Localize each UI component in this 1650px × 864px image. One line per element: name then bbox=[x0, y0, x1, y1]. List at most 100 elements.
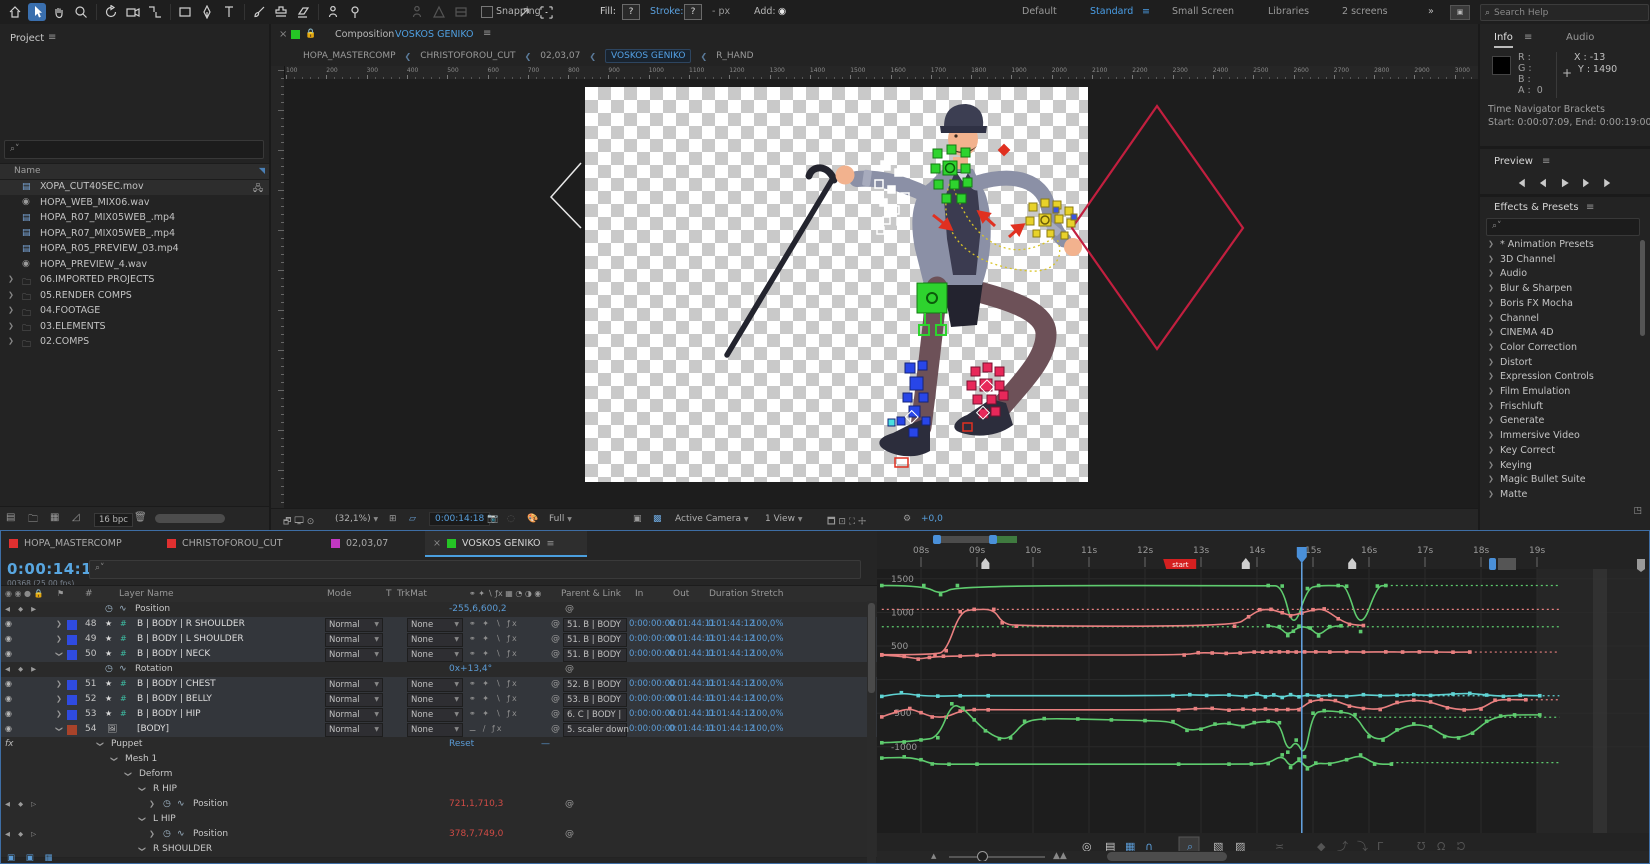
graph-h-scrollbar[interactable] bbox=[1107, 852, 1227, 861]
view-options-icons[interactable]: 🗖 ⊡ ⛶ 🕂 bbox=[827, 514, 866, 530]
workspace-default[interactable]: Default bbox=[1022, 6, 1057, 17]
effects-group[interactable]: ❯3D Channel bbox=[1480, 253, 1638, 267]
blend-mode-dropdown[interactable]: Normal▼ bbox=[325, 708, 383, 722]
parent-pickwhip-icon[interactable]: @ bbox=[551, 634, 560, 644]
breadcrumb-02-03-07[interactable]: 02,03,07 bbox=[540, 51, 580, 61]
channels-icon[interactable]: 🎨 bbox=[527, 514, 538, 524]
tool-hand-icon[interactable] bbox=[50, 3, 68, 21]
effects-group[interactable]: ❯Magic Bullet Suite bbox=[1480, 473, 1638, 487]
timeline-tab-02-03-07[interactable]: 02,03,07 bbox=[323, 531, 441, 555]
project-item[interactable]: ▤HOPA_R07_MIX05WEB_.mp4 bbox=[0, 227, 269, 242]
property-value[interactable]: 378,7,749,0 bbox=[449, 829, 503, 839]
stroke-swatch[interactable]: ? bbox=[684, 4, 702, 20]
keyframe-nav[interactable]: ◀ ◆ ▷ bbox=[5, 800, 39, 808]
effects-group[interactable]: ❯Immersive Video bbox=[1480, 429, 1638, 443]
timeline-row[interactable]: ◉❯51★#B | BODY | CHESTNormal▼None▼⚭ ✦ ∖ … bbox=[1, 677, 877, 693]
project-item[interactable]: ❯🗀02.COMPS bbox=[0, 335, 269, 350]
effects-scrollbar[interactable] bbox=[1640, 240, 1645, 336]
breadcrumb-christoforou-cut[interactable]: CHRISTOFOROU_CUT bbox=[420, 51, 515, 61]
timeline-row[interactable]: ◉❯53★#B | BODY | HIPNormal▼None▼⚭ ✦ ∖ ƒx… bbox=[1, 707, 877, 723]
project-item[interactable]: ❯🗀06.IMPORTED PROJECTS bbox=[0, 273, 269, 288]
t-header[interactable]: T bbox=[386, 589, 392, 599]
expand-chevron-icon[interactable]: ❯ bbox=[110, 756, 118, 762]
effects-group[interactable]: ❯Key Correct bbox=[1480, 444, 1638, 458]
play-button[interactable] bbox=[1558, 174, 1571, 193]
snapping-checkbox[interactable] bbox=[481, 6, 493, 18]
trkmat-dropdown[interactable]: None▼ bbox=[407, 723, 463, 737]
effects-group[interactable]: ❯Generate bbox=[1480, 414, 1638, 428]
project-item[interactable]: ▤XOPA_CUT40SEC.mov🖧 bbox=[0, 180, 269, 195]
tool-select-icon[interactable] bbox=[28, 3, 46, 21]
eye-icon[interactable]: ◉ bbox=[5, 724, 12, 733]
expand-chevron-icon[interactable]: ❯ bbox=[56, 620, 62, 628]
workspace-libraries[interactable]: Libraries bbox=[1268, 6, 1309, 17]
parent-dropdown[interactable]: 51. B | BODY▼ bbox=[563, 618, 627, 632]
graph-zoom-handle[interactable] bbox=[977, 851, 988, 861]
stopwatch-icon[interactable]: ◷ bbox=[105, 604, 113, 614]
parent-pickwhip-icon[interactable]: @ bbox=[551, 709, 560, 719]
timeline-row[interactable]: ◀ ◆ ▶◷∿Position-255,6,600,2@ bbox=[1, 602, 877, 618]
parent-pickwhip-icon[interactable]: @ bbox=[551, 619, 560, 629]
interpret-footage-icon[interactable]: ▤ bbox=[6, 512, 15, 523]
parent-dropdown[interactable]: 51. B | BODY▼ bbox=[563, 648, 627, 662]
last-frame-button[interactable] bbox=[1602, 174, 1615, 193]
zoom-out-icon[interactable]: ▲ bbox=[931, 852, 936, 860]
tool-home-icon[interactable] bbox=[6, 3, 24, 21]
graph-zoom-slider[interactable] bbox=[949, 856, 1045, 858]
project-search-input[interactable]: ⌕˅ bbox=[4, 140, 264, 159]
layer-name-header[interactable]: Layer Name bbox=[119, 589, 174, 599]
parent-dropdown[interactable]: 5. scaler down▼ bbox=[563, 723, 627, 737]
stopwatch-icon[interactable]: ◷ bbox=[105, 664, 113, 674]
adjust-icon[interactable]: ◿ bbox=[72, 512, 80, 523]
region-of-interest-icon[interactable]: ▱ bbox=[409, 514, 416, 524]
workspace-2-screens[interactable]: 2 screens bbox=[1342, 6, 1388, 17]
parent-link-header[interactable]: Parent & Link bbox=[561, 589, 621, 599]
help-search[interactable]: ⌕ Search Help bbox=[1480, 4, 1649, 21]
trkmat-header[interactable]: TrkMat bbox=[397, 589, 427, 599]
expand-chevron-icon[interactable]: ❯ bbox=[56, 695, 62, 703]
timeline-row[interactable]: ◀ ◆ ▷❯◷∿Position378,7,749,0@ bbox=[1, 827, 877, 843]
parent-dropdown[interactable]: 53. B | BODY▼ bbox=[563, 693, 627, 707]
layer-label-swatch[interactable] bbox=[67, 695, 77, 705]
viewer-menu-icon[interactable]: ≡ bbox=[483, 28, 491, 39]
timeline-row[interactable]: ❯Deform bbox=[1, 767, 877, 783]
effects-group[interactable]: ❯Film Emulation bbox=[1480, 385, 1638, 399]
layer-label-swatch[interactable] bbox=[67, 725, 77, 735]
eye-icon[interactable]: ◉ bbox=[5, 709, 12, 718]
stopwatch-icon[interactable]: ◷ bbox=[163, 829, 171, 839]
timeline-row[interactable]: ◀ ◆ ▷❯◷∿Position721,1,710,3@ bbox=[1, 797, 877, 813]
tool-rect-icon[interactable] bbox=[176, 3, 194, 21]
project-footer-scrollbar[interactable] bbox=[155, 514, 225, 523]
fill-swatch[interactable]: ? bbox=[622, 4, 640, 20]
tool-pin-icon[interactable] bbox=[346, 3, 364, 21]
timeline-search-input[interactable]: ⌕˅ bbox=[89, 560, 861, 579]
duration-header[interactable]: Duration bbox=[709, 589, 748, 599]
project-item[interactable]: ❯🗀03.ELEMENTS bbox=[0, 320, 269, 335]
layer-label-swatch[interactable] bbox=[67, 635, 77, 645]
effects-group[interactable]: ❯Blur & Sharpen bbox=[1480, 282, 1638, 296]
timeline-row[interactable]: ◉❯54🖼[BODY]Normal▼None▼⚊ ∕ ƒx@5. scaler … bbox=[1, 722, 877, 738]
workspace-standard[interactable]: Standard bbox=[1090, 6, 1133, 17]
expand-chevron-icon[interactable]: ❯ bbox=[138, 816, 146, 822]
expand-chevron-icon[interactable]: ❯ bbox=[124, 771, 132, 777]
parent-dropdown[interactable]: 6. C | BODY |▼ bbox=[563, 708, 627, 722]
property-value[interactable]: 0x+13,4° bbox=[449, 664, 492, 674]
layer-label-swatch[interactable] bbox=[67, 650, 77, 660]
project-item[interactable]: ◉HOPA_WEB_MIX06.wav bbox=[0, 196, 269, 211]
keyframe-nav[interactable]: ◀ ◆ ▶ bbox=[5, 665, 39, 673]
property-value[interactable]: 721,1,710,3 bbox=[449, 799, 503, 809]
trkmat-dropdown[interactable]: None▼ bbox=[407, 708, 463, 722]
camera-dropdown[interactable]: Active Camera ▼ bbox=[675, 514, 749, 524]
eye-icon[interactable]: ◉ bbox=[5, 634, 12, 643]
parent-pickwhip-icon[interactable]: @ bbox=[551, 724, 560, 734]
trkmat-dropdown[interactable]: None▼ bbox=[407, 618, 463, 632]
timeline-row[interactable]: ◉❯50★#B | BODY | NECKNormal▼None▼⚭ ✦ ∖ ƒ… bbox=[1, 647, 877, 663]
parent-pickwhip-icon[interactable]: @ bbox=[551, 649, 560, 659]
stretch-header[interactable]: Stretch bbox=[751, 589, 783, 599]
blend-mode-dropdown[interactable]: Normal▼ bbox=[325, 723, 383, 737]
new-comp-icon[interactable]: ▦ bbox=[50, 512, 59, 523]
tool-brush-icon[interactable] bbox=[250, 3, 268, 21]
eye-icon[interactable]: ◉ bbox=[5, 679, 12, 688]
exposure-value[interactable]: +0,0 bbox=[921, 514, 943, 524]
tool-pen-icon[interactable] bbox=[198, 3, 216, 21]
